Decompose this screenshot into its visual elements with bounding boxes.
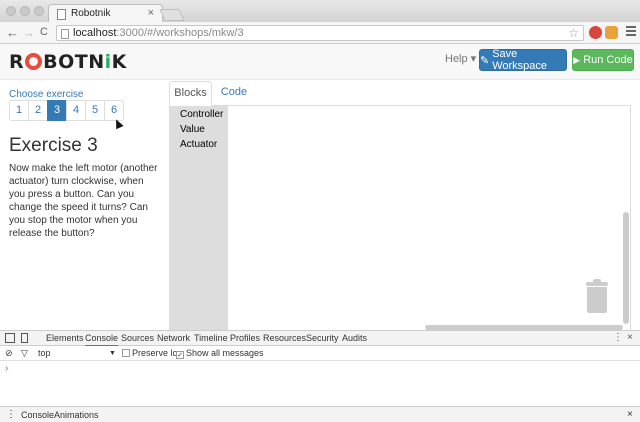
browser-tab[interactable]: Robotnik × [48, 4, 163, 22]
address-url[interactable]: localhost:3000/#/workshops/mkw/3 [73, 27, 244, 39]
exercise-page-4[interactable]: 4 [66, 100, 86, 121]
devtools-tab-timeline[interactable]: Timeline [194, 333, 228, 343]
toolbox-category-value[interactable]: Value [180, 124, 205, 135]
extension-icon-red[interactable] [589, 26, 602, 39]
exercise-page-5[interactable]: 5 [85, 100, 105, 121]
exercise-page-1[interactable]: 1 [9, 100, 29, 121]
close-tab-icon[interactable]: × [148, 7, 154, 19]
devtools-tab-elements[interactable]: Elements [46, 333, 84, 343]
devtools-close-icon[interactable]: × [627, 332, 633, 343]
browser-toolbar: ← → C localhost:3000/#/workshops/mkw/3 ☆ [0, 22, 640, 44]
minimize-window-button[interactable] [20, 6, 30, 16]
url-host: localhost [73, 27, 117, 39]
devtools-drawer: ⋮ Console Animations × [0, 406, 640, 422]
page-icon [57, 9, 66, 20]
exercise-page-6[interactable]: 6 [104, 100, 124, 121]
drawer-menu-icon[interactable]: ⋮ [6, 409, 16, 420]
save-workspace-button[interactable]: ✎ Save Workspace [479, 48, 567, 72]
inspect-element-icon[interactable] [5, 333, 15, 343]
context-select[interactable]: top [38, 348, 51, 358]
logo-letters-end: K [111, 51, 127, 73]
forward-icon[interactable]: → [22, 25, 35, 40]
toolbox-category-controller[interactable]: Controller [180, 109, 223, 120]
devtools-tab-profiles[interactable]: Profiles [230, 333, 260, 343]
pencil-icon: ✎ [480, 54, 490, 67]
tab-code[interactable]: Code [214, 81, 254, 106]
show-all-messages-checkbox[interactable]: ✓ Show all messages [176, 348, 264, 359]
address-bar[interactable]: localhost:3000/#/workshops/mkw/3 ☆ [56, 25, 584, 41]
logo-letter-i: i [104, 51, 112, 73]
exercise-pagination: 1 2 3 4 5 6 [9, 100, 124, 121]
play-icon: ▶ [573, 54, 581, 65]
new-tab-button[interactable] [159, 9, 185, 21]
url-path: :3000/#/workshops/mkw/3 [116, 27, 244, 39]
console-filter-bar: ⊘ ▽ top ▼ Preserve log ✓ Show all message… [0, 346, 640, 361]
back-icon[interactable]: ← [6, 25, 19, 40]
devtools-tab-resources[interactable]: Resources [263, 333, 306, 343]
run-code-label: Run Code [583, 54, 633, 66]
exercise-title: Exercise 3 [9, 135, 98, 156]
drawer-tab-console[interactable]: Console [21, 410, 54, 420]
logo-letters-mid: BOTN [43, 51, 105, 73]
page-info-icon[interactable] [61, 29, 69, 39]
bookmark-star-icon[interactable]: ☆ [568, 26, 579, 40]
clear-console-icon[interactable]: ⊘ [5, 348, 13, 359]
exercise-page-2[interactable]: 2 [28, 100, 48, 121]
exercise-page-3[interactable]: 3 [47, 100, 67, 121]
checkbox-checked-icon: ✓ [176, 351, 184, 359]
robotnik-logo[interactable]: R BOTNiK [9, 51, 127, 73]
blockly-toolbox: Controller Value Actuator [170, 106, 228, 330]
app-navbar: R BOTNiK Help ▾ ✎ Save Workspace ▶ Run Co… [0, 44, 640, 80]
blockly-workspace[interactable] [169, 106, 631, 330]
devtools-tab-audits[interactable]: Audits [342, 333, 367, 343]
help-dropdown[interactable]: Help ▾ [445, 52, 476, 65]
preserve-log-label: Preserve log [132, 348, 183, 358]
devtools-tab-sources[interactable]: Sources [121, 333, 154, 343]
tab-blocks[interactable]: Blocks [169, 81, 212, 106]
device-mode-icon[interactable] [21, 333, 28, 343]
console-prompt[interactable]: › [5, 363, 8, 374]
chrome-menu-icon[interactable] [626, 26, 636, 38]
choose-exercise-label: Choose exercise [9, 89, 84, 100]
browser-tab-title: Robotnik [71, 8, 111, 19]
close-window-button[interactable] [6, 6, 16, 16]
reload-icon[interactable]: C [40, 26, 48, 38]
zoom-window-button[interactable] [34, 6, 44, 16]
devtools-tab-console[interactable]: Console [85, 333, 119, 347]
exercise-description: Now make the left motor (another actuato… [9, 163, 158, 239]
drawer-tab-animations[interactable]: Animations [54, 410, 99, 420]
toolbox-category-actuator[interactable]: Actuator [180, 139, 217, 150]
workspace-vertical-scrollbar[interactable] [623, 212, 629, 324]
preserve-log-checkbox[interactable]: Preserve log [122, 348, 183, 358]
devtools-more-icon[interactable]: ⋮ [613, 332, 623, 343]
checkbox-unchecked-icon [122, 349, 130, 357]
run-code-button[interactable]: ▶ Run Code [572, 49, 634, 71]
context-dropdown-icon[interactable]: ▼ [109, 350, 116, 357]
browser-titlebar: Robotnik × [0, 0, 640, 22]
save-workspace-label: Save Workspace [492, 48, 548, 72]
devtools-tab-security[interactable]: Security [306, 333, 339, 343]
devtools-tab-network[interactable]: Network [157, 333, 190, 343]
logo-letters-start: R [9, 51, 25, 73]
trash-icon[interactable] [586, 279, 608, 313]
devtools-tabbar: Elements Console Sources Network Timelin… [0, 330, 640, 347]
logo-o-ring [25, 53, 43, 70]
show-all-messages-label: Show all messages [186, 348, 264, 358]
logo-text: R BOTNiK [9, 51, 127, 73]
extension-icon-owl[interactable] [605, 26, 618, 39]
filter-icon[interactable]: ▽ [21, 348, 28, 359]
drawer-close-icon[interactable]: × [627, 409, 633, 420]
